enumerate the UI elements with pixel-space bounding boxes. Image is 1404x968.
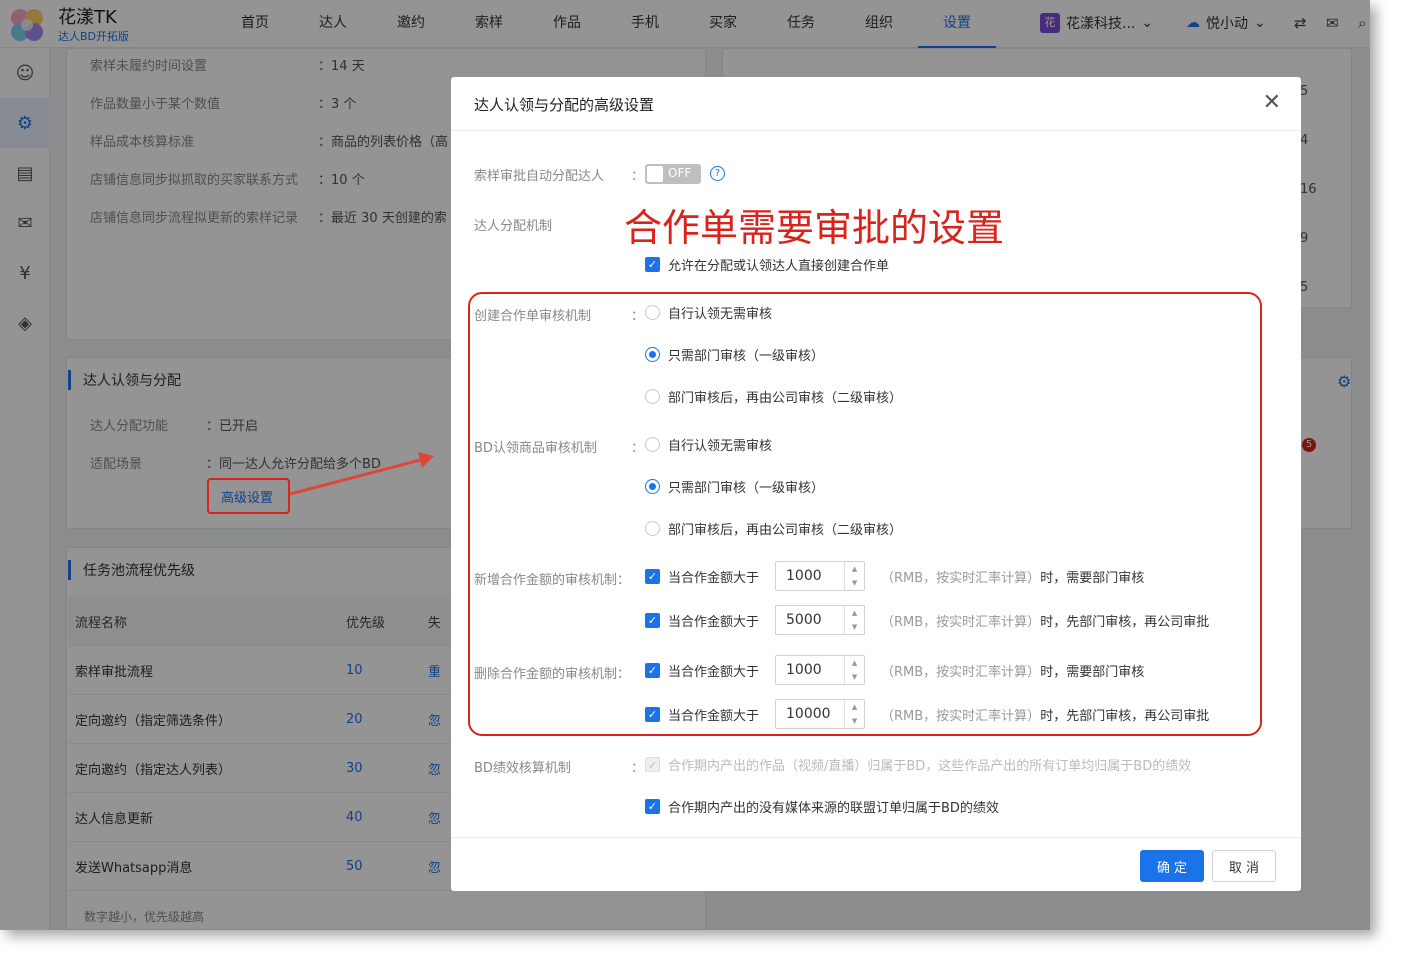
auto-assign-label: 索样审批自动分配达人 [474,169,605,184]
mechanism-label: 达人分配机制 [474,219,553,234]
add-amount-rule-2: ✓ 当合作金额大于 5000 ▲ ▼ （RMB，按实时汇率计算）时，先部门审核，再公… [645,605,1209,635]
bd-option-dept[interactable]: 只需部门审核（一级审核） [645,477,824,496]
cancel-button[interactable]: 取 消 [1212,850,1276,882]
label-colon: ： [631,169,645,184]
create-option-none[interactable]: 自行认领无需审核 [645,303,772,322]
checkbox-icon[interactable]: ✓ [645,706,660,722]
checkbox-icon: ✓ [645,257,660,272]
amount-input[interactable]: 1000 ▲ ▼ [775,655,866,685]
checkbox-icon[interactable]: ✓ [645,568,660,584]
create-option-two-level[interactable]: 部门审核后，再由公司审核（二级审核） [645,387,902,406]
annotation-box [207,478,290,514]
advanced-settings-dialog: 达人认领与分配的高级设置 ✕ 索样审批自动分配达人 ： OFF ? 达人分配机制… [451,77,1301,891]
help-icon[interactable]: ? [710,166,725,181]
dialog-header: 达人认领与分配的高级设置 ✕ [451,77,1301,131]
allow-create-checkbox[interactable]: ✓ 允许在分配或认领达人直接创建合作单 [645,255,889,274]
annotation-title: 合作单需要审批的设置 [624,206,1005,250]
checkbox-icon[interactable]: ✓ [645,662,660,678]
delete-amount-rule-1: ✓ 当合作金额大于 1000 ▲ ▼ （RMB，按实时汇率计算）时，需要部门审核 [645,655,1144,685]
app-window: 花漾TK 达人BD开拓版 首页 达人 邀约 索样 作品 手机 买家 任务 组织 … [0,0,1370,930]
checkbox-icon: ✓ [645,757,660,772]
create-option-dept[interactable]: 只需部门审核（一级审核） [645,345,824,364]
perf-option-orders[interactable]: ✓ 合作期内产出的没有媒体来源的联盟订单归属于BD的绩效 [645,797,999,816]
checkbox-icon: ✓ [645,799,660,814]
label-colon: ： [631,441,645,456]
toggle-text: OFF [668,166,692,180]
amount-input[interactable]: 10000 ▲ ▼ [775,699,866,729]
add-amount-rule-1: ✓ 当合作金额大于 1000 ▲ ▼ （RMB，按实时汇率计算）时，需要部门审核 [645,561,1144,591]
label-colon: ： [631,761,645,776]
perf-label: BD绩效核算机制 [474,761,571,776]
label-colon: ： [631,309,645,324]
amount-input[interactable]: 1000 ▲ ▼ [775,561,866,591]
create-mechanism-label: 创建合作单审核机制 [474,309,592,324]
confirm-button[interactable]: 确 定 [1140,850,1204,882]
bd-mechanism-label: BD认领商品审核机制 [474,441,597,456]
delete-amount-rule-2: ✓ 当合作金额大于 10000 ▲ ▼ （RMB，按实时汇率计算）时，先部门审核，再… [645,699,1209,729]
add-amount-label: 新增合作金额的审核机制： [474,573,631,588]
toggle-knob [647,166,663,182]
amount-input[interactable]: 5000 ▲ ▼ [775,605,866,635]
close-icon[interactable]: ✕ [1263,90,1281,115]
annotation-arrow-icon [289,452,434,496]
checkbox-icon[interactable]: ✓ [645,612,660,628]
bd-option-two-level[interactable]: 部门审核后，再由公司审核（二级审核） [645,519,902,538]
delete-amount-label: 删除合作金额的审核机制： [474,667,631,682]
bd-option-none[interactable]: 自行认领无需审核 [645,435,772,454]
auto-assign-toggle[interactable]: OFF [645,164,701,184]
dialog-title: 达人认领与分配的高级设置 [474,96,655,114]
perf-option-works: ✓ 合作期内产出的作品（视频/直播）归属于BD，这些作品产出的所有订单均归属于B… [645,755,1191,774]
dialog-footer: 确 定 取 消 [451,837,1301,891]
